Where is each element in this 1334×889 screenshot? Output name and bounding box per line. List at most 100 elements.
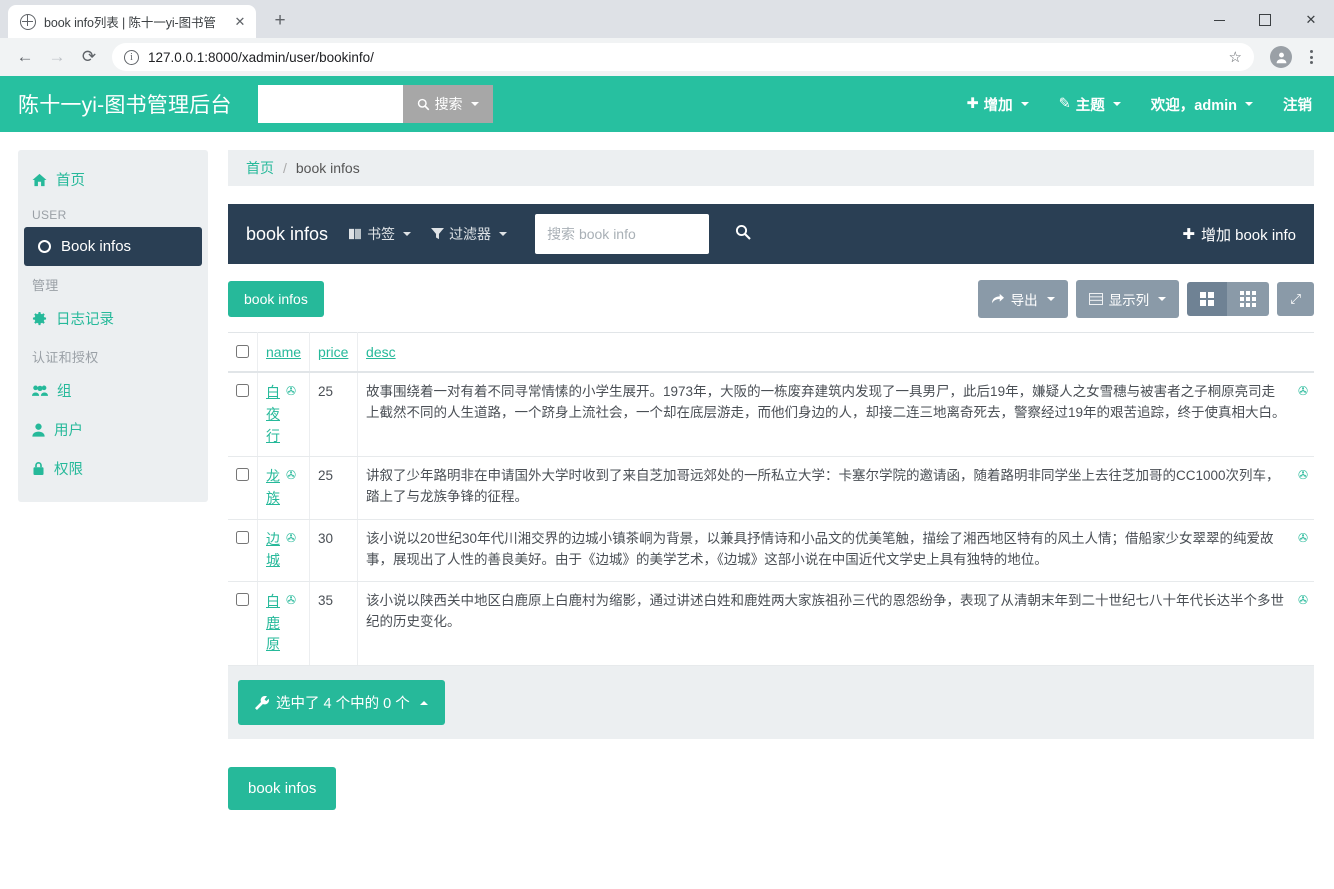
search-icon: [736, 224, 751, 240]
nav-item-theme[interactable]: ✎ 主题: [1059, 94, 1121, 115]
add-book-info-button[interactable]: ✚ 增加 book info: [1182, 224, 1296, 245]
page-content: 陈十一yi-图书管理后台 搜索 ✚ 增加 ✎ 主题 欢迎，admin 注销 首页…: [0, 76, 1334, 889]
nav-item-add[interactable]: ✚ 增加: [966, 94, 1029, 115]
sort-by-name[interactable]: name: [266, 344, 301, 360]
row-checkbox[interactable]: [236, 593, 249, 607]
row-price-cell: 30: [309, 519, 359, 583]
tools-right: 导出 显示列 ⤢: [977, 280, 1314, 319]
book-name-link[interactable]: 龙族: [266, 466, 282, 509]
browser-tab[interactable]: book info列表 | 陈十一yi-图书管 ✕: [8, 5, 256, 39]
address-bar[interactable]: i 127.0.0.1:8000/xadmin/user/bookinfo/ ☆: [112, 43, 1254, 72]
tab-strip: book info列表 | 陈十一yi-图书管 ✕ + ✕: [0, 0, 1334, 40]
table-header-row: name price desc: [228, 332, 1314, 374]
book-infos-tab-button[interactable]: book infos: [228, 281, 324, 318]
browser-menu-icon[interactable]: [1298, 50, 1324, 65]
navbar-search-button[interactable]: 搜索: [402, 85, 493, 124]
sidebar-item-groups[interactable]: 组: [18, 371, 208, 410]
edit-icon[interactable]: ✇: [286, 466, 296, 509]
chevron-down-icon: [1112, 102, 1121, 107]
sidebar-item-permissions[interactable]: 权限: [18, 449, 208, 488]
nav-item-add-label: 增加: [983, 97, 1013, 114]
row-select-cell: [228, 581, 258, 667]
back-icon[interactable]: ←: [10, 42, 40, 72]
selection-actions-button[interactable]: 选中了 4 个中的 0 个: [238, 680, 445, 726]
row-select-cell: [228, 519, 258, 583]
page-body: 首页 USER Book infos 管理 日志记录 认证和授权 组 用户 权限…: [0, 132, 1334, 885]
book-name-link[interactable]: 白鹿原: [266, 591, 282, 656]
maximize-button[interactable]: [1242, 0, 1288, 40]
table-row: 边城 ✇ 30 该小说以20世纪30年代川湘交界的边城小镇茶峒为背景，以兼具抒情…: [228, 519, 1314, 583]
book-name-link[interactable]: 边城: [266, 529, 282, 572]
site-info-icon[interactable]: i: [124, 49, 139, 65]
close-window-button[interactable]: ✕: [1288, 0, 1334, 40]
forward-icon[interactable]: →: [42, 42, 72, 72]
edit-icon[interactable]: ✇: [286, 529, 296, 572]
row-inline-edit-icon[interactable]: ✇: [1298, 466, 1308, 485]
new-tab-button[interactable]: +: [266, 7, 294, 35]
select-all-checkbox[interactable]: [236, 345, 249, 359]
sidebar-item-users[interactable]: 用户: [18, 410, 208, 449]
navbar-search: 搜索: [257, 85, 493, 124]
breadcrumb-separator: /: [283, 160, 287, 177]
reload-icon[interactable]: ⟳: [74, 42, 104, 72]
lock-icon: [33, 462, 44, 476]
fullscreen-button[interactable]: ⤢: [1277, 282, 1314, 317]
export-button[interactable]: 导出: [977, 280, 1068, 319]
nav-item-logout[interactable]: 注销: [1283, 94, 1312, 115]
navbar-search-input[interactable]: [257, 85, 403, 124]
row-desc-cell: 该小说以陕西关中地区白鹿原上白鹿村为缩影，通过讲述白姓和鹿姓两大家族祖孙三代的恩…: [357, 581, 1314, 667]
panel-search-button[interactable]: [729, 224, 757, 245]
bookmark-star-icon[interactable]: ☆: [1229, 48, 1242, 66]
panel-search-input[interactable]: [535, 214, 710, 255]
navbar-right: ✚ 增加 ✎ 主题 欢迎，admin 注销: [966, 94, 1312, 115]
column-header-desc: desc: [357, 332, 1314, 374]
user-icon: [32, 423, 45, 437]
table-row: 白夜行 ✇ 25 故事围绕着一对有着不同寻常情愫的小学生展开。1973年，大阪的…: [228, 372, 1314, 458]
nav-item-user[interactable]: 欢迎，admin: [1151, 94, 1253, 115]
sidebar-item-log[interactable]: 日志记录: [18, 299, 208, 338]
app-brand[interactable]: 陈十一yi-图书管理后台: [18, 89, 232, 119]
row-checkbox[interactable]: [236, 530, 249, 544]
show-columns-label: 显示列: [1108, 293, 1150, 309]
expand-icon: ⤢: [1290, 291, 1301, 307]
book-infos-table: name price desc 白夜行 ✇ 25 故事围绕着一对有着不同寻常情愫…: [228, 332, 1314, 667]
browser-window: book info列表 | 陈十一yi-图书管 ✕ + ✕ ← → ⟳ i 12…: [0, 0, 1334, 889]
sort-by-desc[interactable]: desc: [366, 344, 396, 360]
show-columns-button[interactable]: 显示列: [1075, 280, 1180, 319]
view-grid-small-button[interactable]: [1227, 282, 1270, 317]
table-header: name price desc: [228, 332, 1314, 374]
sidebar-item-book-infos[interactable]: Book infos: [24, 227, 202, 267]
book-icon: [349, 229, 362, 240]
row-checkbox[interactable]: [236, 468, 249, 482]
sidebar-panel: 首页 USER Book infos 管理 日志记录 认证和授权 组 用户 权限: [18, 150, 208, 503]
breadcrumb-home[interactable]: 首页: [246, 158, 274, 178]
row-inline-edit-icon[interactable]: ✇: [1298, 529, 1308, 548]
view-grid-large-button[interactable]: [1187, 282, 1228, 317]
row-checkbox[interactable]: [236, 384, 249, 398]
close-tab-icon[interactable]: ✕: [232, 14, 248, 30]
row-name-cell: 白鹿原 ✇: [257, 581, 311, 667]
profile-avatar[interactable]: [1270, 46, 1292, 69]
row-price-cell: 25: [309, 372, 359, 458]
chevron-down-icon: [499, 232, 508, 237]
edit-icon[interactable]: ✇: [286, 591, 296, 656]
chevron-down-icon: [403, 232, 412, 237]
minimize-button[interactable]: [1196, 0, 1242, 40]
bookmarks-menu[interactable]: 书签: [348, 224, 412, 244]
bottom-book-infos-button[interactable]: book infos: [228, 767, 337, 811]
columns-icon: [1088, 293, 1103, 306]
row-inline-edit-icon[interactable]: ✇: [1298, 382, 1308, 401]
sort-by-price[interactable]: price: [318, 344, 348, 360]
sidebar-item-home[interactable]: 首页: [18, 160, 208, 199]
edit-icon[interactable]: ✇: [286, 382, 296, 447]
sidebar-item-users-label: 用户: [54, 423, 83, 440]
row-inline-edit-icon[interactable]: ✇: [1298, 591, 1308, 610]
filter-menu[interactable]: 过滤器: [431, 224, 508, 244]
sidebar-item-book-infos-label: Book infos: [61, 238, 132, 256]
sidebar: 首页 USER Book infos 管理 日志记录 认证和授权 组 用户 权限: [0, 132, 208, 885]
column-header-price: price: [309, 332, 359, 374]
magic-wand-icon: ✎: [1058, 96, 1071, 113]
book-name-link[interactable]: 白夜行: [266, 382, 282, 447]
table-row: 白鹿原 ✇ 35 该小说以陕西关中地区白鹿原上白鹿村为缩影，通过讲述白姓和鹿姓两…: [228, 581, 1314, 667]
select-all-header: [228, 332, 258, 374]
